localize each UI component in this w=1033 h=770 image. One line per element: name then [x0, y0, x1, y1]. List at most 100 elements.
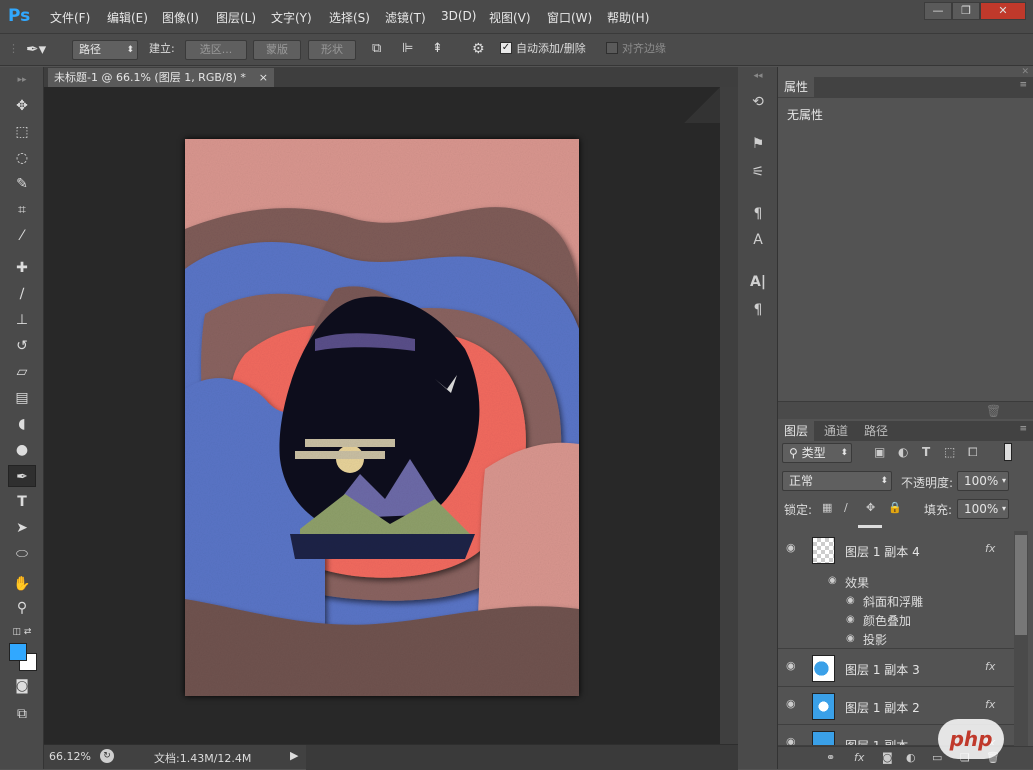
stamp-tool-icon[interactable]: ⊥ [8, 309, 36, 331]
horizontal-scrollbar[interactable] [306, 745, 738, 770]
gradient-tool-icon[interactable]: ▤ [8, 387, 36, 409]
effect-drop-shadow[interactable]: 投影 [863, 631, 887, 648]
zoom-tool-icon[interactable]: ⚲ [8, 597, 36, 619]
menu-image[interactable]: 图像(I) [162, 9, 199, 26]
eyedropper-tool-icon[interactable]: ⁄ [8, 225, 36, 247]
collapse-arrows-icon[interactable]: ▸▸ [8, 69, 36, 91]
filter-pixel-icon[interactable]: ▣ [874, 445, 885, 459]
brush-tool-icon[interactable]: ∕ [8, 283, 36, 305]
close-tab-icon[interactable]: × [259, 68, 268, 87]
filter-shape-icon[interactable]: ⬚ [944, 445, 955, 459]
eye-icon[interactable]: ◉ [846, 614, 855, 625]
link-layers-icon[interactable]: ⚭ [826, 751, 835, 764]
tab-channels[interactable]: 通道 [818, 421, 854, 441]
paragraph-styles-icon[interactable]: ¶ [746, 203, 770, 225]
lock-transparent-icon[interactable]: ▦ [822, 501, 832, 514]
align-edges-checkbox[interactable]: 对齐边缘 [606, 40, 666, 60]
eye-icon[interactable]: ◉ [786, 659, 796, 672]
quick-select-tool-icon[interactable]: ✎ [8, 173, 36, 195]
menu-help[interactable]: 帮助(H) [607, 9, 649, 26]
selection-button[interactable]: 选区... [185, 40, 247, 60]
swap-colors-icon[interactable]: ◫ ⇄ [8, 621, 36, 643]
screen-mode-icon[interactable]: ⧉ [8, 703, 36, 725]
blend-mode-select[interactable]: 正常 ⬍ [782, 471, 892, 491]
character-panel-icon[interactable]: A| [746, 271, 770, 293]
menu-select[interactable]: 选择(S) [329, 9, 370, 26]
layer-name[interactable]: 图层 1 副本 4 [845, 543, 920, 560]
zoom-level[interactable]: 66.12% [49, 750, 91, 763]
pen-tool-preset-icon[interactable]: ✒▾ [26, 40, 46, 60]
status-menu-arrow-icon[interactable]: ▶ [290, 749, 298, 762]
lock-image-icon[interactable]: ∕ [844, 501, 848, 514]
lasso-tool-icon[interactable]: ◌ [8, 147, 36, 169]
history-brush-tool-icon[interactable]: ↺ [8, 335, 36, 357]
layer-filter-select[interactable]: ⚲ 类型 ⬍ [782, 443, 852, 463]
layer-row[interactable]: ◉ 图层 1 副本 3 fx [778, 649, 1014, 687]
restore-button[interactable]: ❐ [952, 2, 980, 20]
vertical-scrollbar[interactable] [720, 87, 738, 744]
effect-color-overlay[interactable]: 颜色叠加 [863, 612, 911, 629]
layer-row[interactable]: ◉ 图层 1 副本 4 fx ◉ 效果 ◉ 斜面和浮雕 ◉ 颜色叠加 ◉ 投影 [778, 531, 1014, 649]
layer-name[interactable]: 图层 1 副本 3 [845, 661, 920, 678]
lock-all-icon[interactable]: 🔒 [888, 501, 902, 514]
crop-tool-icon[interactable]: ⌗ [8, 199, 36, 221]
hand-tool-icon[interactable]: ✋ [8, 573, 36, 595]
fx-icon[interactable]: fx [985, 660, 995, 673]
eye-icon[interactable]: ◉ [786, 697, 796, 710]
effect-bevel-emboss[interactable]: 斜面和浮雕 [863, 593, 923, 610]
healing-brush-tool-icon[interactable]: ✚ [8, 257, 36, 279]
foreground-color-swatch[interactable] [9, 643, 27, 661]
dodge-tool-icon[interactable]: ● [8, 439, 36, 461]
brush-presets-icon[interactable]: ⚟ [746, 161, 770, 183]
filter-smart-object-icon[interactable]: ⧠ [968, 445, 978, 460]
auto-add-delete-checkbox[interactable]: ✓ 自动添加/删除 [500, 40, 586, 60]
opacity-input[interactable]: 100% ▾ [957, 471, 1009, 491]
eye-icon[interactable]: ◉ [786, 735, 796, 745]
trash-icon[interactable]: 🗑 [986, 404, 1001, 418]
ellipse-tool-icon[interactable]: ⬭ [8, 543, 36, 565]
pen-tool-icon[interactable]: ✒ [8, 465, 36, 487]
new-adjustment-icon[interactable]: ◐ [906, 751, 916, 764]
eraser-tool-icon[interactable]: ▱ [8, 361, 36, 383]
tab-paths[interactable]: 路径 [858, 421, 894, 441]
layers-scrollbar[interactable] [1014, 531, 1028, 746]
add-mask-icon[interactable]: ◙ [882, 751, 893, 764]
layers-scroll-thumb[interactable] [1015, 535, 1027, 635]
eye-icon[interactable]: ◉ [786, 541, 796, 554]
fill-input[interactable]: 100% ▾ [957, 499, 1009, 519]
mode-select[interactable]: 路径 ⬍ [72, 40, 138, 60]
layer-name[interactable]: 图层 1 副本 2 [845, 699, 920, 716]
path-arrangement-icon[interactable]: ⇞ [432, 40, 443, 60]
panel-menu-icon[interactable]: ≡ [1019, 424, 1027, 434]
mask-button[interactable]: 蒙版 [253, 40, 301, 60]
path-operations-icon[interactable]: ⧉ [372, 40, 381, 60]
lock-position-icon[interactable]: ✥ [866, 501, 875, 514]
menu-view[interactable]: 视图(V) [489, 9, 531, 26]
move-tool-icon[interactable]: ✥ [8, 95, 36, 117]
path-selection-tool-icon[interactable]: ➤ [8, 517, 36, 539]
tab-layers[interactable]: 图层 [778, 421, 815, 441]
canvas-area[interactable] [44, 87, 720, 744]
menu-layer[interactable]: 图层(L) [216, 9, 256, 26]
share-icon[interactable]: ↻ [100, 749, 114, 763]
fx-icon[interactable]: fx [985, 698, 995, 711]
shape-button[interactable]: 形状 [308, 40, 356, 60]
eye-icon[interactable]: ◉ [828, 575, 837, 586]
menu-filter[interactable]: 滤镜(T) [385, 9, 426, 26]
menu-3d[interactable]: 3D(D) [441, 9, 476, 23]
document-tab[interactable]: 未标题-1 @ 66.1% (图层 1, RGB/8) * × [48, 68, 274, 87]
marquee-tool-icon[interactable]: ⬚ [8, 121, 36, 143]
quick-mask-icon[interactable]: ◙ [8, 675, 36, 697]
new-group-icon[interactable]: ▭ [932, 751, 942, 764]
history-panel-icon[interactable]: ⟲ [746, 91, 770, 113]
type-tool-icon[interactable]: T [8, 491, 36, 513]
menu-type[interactable]: 文字(Y) [271, 9, 312, 26]
character-styles-icon[interactable]: A [746, 229, 770, 251]
tab-properties[interactable]: 属性 [778, 77, 815, 97]
close-window-button[interactable]: ✕ [980, 2, 1026, 20]
path-alignment-icon[interactable]: ⊫ [402, 40, 413, 60]
filter-toggle[interactable] [1004, 443, 1012, 461]
layer-name[interactable]: 图层 1 副本 [845, 737, 908, 745]
brush-panel-icon[interactable]: ⚑ [746, 133, 770, 155]
collapse-arrows-icon[interactable]: ◂◂ [746, 65, 770, 87]
